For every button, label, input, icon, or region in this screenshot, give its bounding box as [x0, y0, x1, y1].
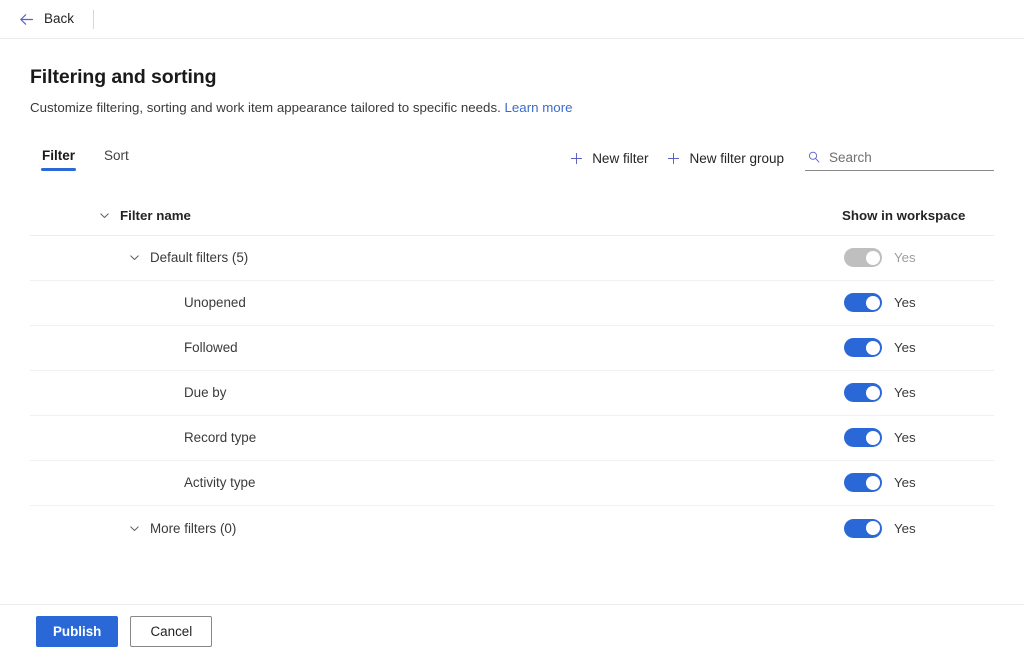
chevron-down-icon [98, 209, 111, 222]
toggle-state-label: Yes [894, 340, 916, 356]
toggle-state-label: Yes [894, 250, 916, 266]
filter-name-label: Due by [184, 385, 227, 401]
toggle-state-label: Yes [894, 430, 916, 446]
publish-button[interactable]: Publish [36, 616, 119, 647]
arrow-left-icon [18, 11, 35, 28]
chevron-placeholder [152, 341, 184, 354]
plus-icon [666, 151, 681, 166]
filter-name-label: Followed [184, 340, 238, 356]
learn-more-link[interactable]: Learn more [505, 100, 573, 115]
new-filter-button[interactable]: New filter [560, 146, 657, 171]
show-in-workspace-toggle[interactable] [844, 338, 882, 358]
table-row[interactable]: Activity type Yes [30, 461, 994, 506]
top-command-bar: Back [0, 0, 1024, 39]
tab-filter-label: Filter [42, 147, 76, 163]
toolbar-actions: New filter New filter group [560, 144, 994, 171]
filter-name-label: More filters (0) [150, 520, 237, 536]
filter-name-label: Unopened [184, 295, 246, 311]
toggle-knob [865, 250, 880, 265]
show-in-workspace-toggle[interactable] [844, 473, 882, 493]
table-row[interactable]: Record type Yes [30, 416, 994, 461]
table-body: Default filters (5) Yes Unopened Yes Followe… [30, 236, 994, 551]
new-filter-label: New filter [592, 150, 649, 166]
page-title: Filtering and sorting [30, 66, 217, 88]
tab-sort-label: Sort [104, 147, 129, 163]
search-box[interactable] [805, 146, 994, 171]
search-input[interactable] [829, 149, 992, 165]
tab-sort[interactable]: Sort [92, 144, 141, 173]
toggle-knob [865, 430, 880, 445]
filter-name-label: Default filters (5) [150, 250, 249, 266]
toggle-knob [865, 385, 880, 400]
cell-filter-name: Unopened [30, 295, 819, 310]
back-button[interactable]: Back [12, 4, 80, 34]
cell-show-in-workspace: Yes [819, 338, 994, 358]
search-icon [807, 150, 821, 164]
column-header-show-in-workspace: Show in workspace [842, 208, 966, 224]
cell-filter-name: Record type [30, 430, 819, 445]
tab-filter[interactable]: Filter [30, 144, 87, 173]
table-header-row: Filter name Show in workspace [30, 197, 994, 236]
toggle-state-label: Yes [894, 520, 916, 536]
column-header-filter-name: Filter name [120, 208, 191, 224]
toggle-knob [865, 475, 880, 490]
expand-collapse-toggle[interactable] [118, 522, 150, 535]
show-in-workspace-toggle[interactable] [844, 428, 882, 448]
show-in-workspace-toggle[interactable] [844, 383, 882, 403]
cancel-button[interactable]: Cancel [130, 616, 213, 647]
header-cell-filter-name: Filter name [30, 208, 819, 223]
table-row[interactable]: More filters (0) Yes [30, 506, 994, 551]
chevron-down-icon [128, 522, 141, 535]
cell-show-in-workspace: Yes [819, 293, 994, 313]
toggle-knob [865, 295, 880, 310]
chevron-placeholder [152, 476, 184, 489]
show-in-workspace-toggle[interactable] [844, 518, 882, 538]
tab-list: Filter Sort [30, 144, 141, 173]
cell-filter-name: Activity type [30, 475, 819, 490]
chevron-down-icon [128, 251, 141, 264]
toggle-knob [865, 340, 880, 355]
table-row[interactable]: Unopened Yes [30, 281, 994, 326]
chevron-placeholder [152, 386, 184, 399]
chevron-placeholder [152, 431, 184, 444]
toolbar-separator [93, 9, 95, 29]
page-description-text: Customize filtering, sorting and work it… [30, 100, 501, 115]
filter-name-label: Activity type [184, 475, 256, 491]
toggle-state-label: Yes [894, 385, 916, 401]
cell-filter-name: More filters (0) [30, 521, 819, 536]
toggle-state-label: Yes [894, 475, 916, 491]
new-filter-group-label: New filter group [689, 150, 784, 166]
cell-filter-name: Followed [30, 340, 819, 355]
cell-filter-name: Default filters (5) [30, 250, 819, 265]
chevron-placeholder [152, 296, 184, 309]
new-filter-group-button[interactable]: New filter group [657, 146, 793, 171]
filter-name-label: Record type [184, 430, 257, 446]
plus-icon [569, 151, 584, 166]
cell-show-in-workspace: Yes [819, 473, 994, 493]
cell-show-in-workspace: Yes [819, 248, 994, 268]
cell-show-in-workspace: Yes [819, 383, 994, 403]
table-row[interactable]: Default filters (5) Yes [30, 236, 994, 281]
header-cell-show-in-workspace: Show in workspace [819, 208, 994, 223]
cell-filter-name: Due by [30, 385, 819, 400]
toggle-knob [865, 521, 880, 536]
cell-show-in-workspace: Yes [819, 428, 994, 448]
filters-table: Filter name Show in workspace Default fi… [30, 197, 994, 551]
footer-action-bar: Publish Cancel [0, 604, 1024, 658]
toggle-state-label: Yes [894, 295, 916, 311]
table-row[interactable]: Due by Yes [30, 371, 994, 416]
show-in-workspace-toggle[interactable] [844, 293, 882, 313]
back-button-label: Back [44, 11, 75, 27]
expand-collapse-toggle[interactable] [118, 251, 150, 264]
collapse-all-toggle[interactable] [88, 209, 120, 222]
show-in-workspace-toggle [844, 248, 882, 268]
cell-show-in-workspace: Yes [819, 518, 994, 538]
page-body: Filtering and sorting Customize filterin… [0, 39, 1024, 551]
page-description: Customize filtering, sorting and work it… [30, 89, 994, 117]
table-row[interactable]: Followed Yes [30, 326, 994, 371]
tabs-toolbar-row: Filter Sort New filter New filter group … [30, 144, 994, 180]
